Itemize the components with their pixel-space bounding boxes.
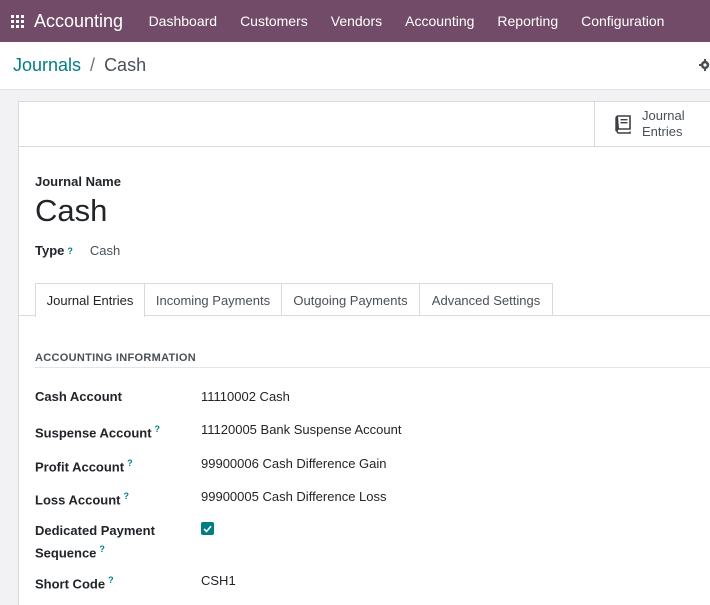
breadcrumb-separator: / <box>90 55 96 75</box>
nav-configuration[interactable]: Configuration <box>570 0 676 42</box>
tab-outgoing-payments[interactable]: Outgoing Payments <box>281 283 420 316</box>
checkmark-icon <box>203 525 212 533</box>
breadcrumb: Journals / Cash <box>13 55 146 76</box>
dedicated-sequence-label: Dedicated Payment Sequence? <box>35 521 201 562</box>
section-title: ACCOUNTING INFORMATION <box>35 352 196 364</box>
gear-icon[interactable] <box>698 58 710 72</box>
button-box: Journal Entries <box>19 102 710 147</box>
dedicated-sequence-label-line2: Sequence <box>35 545 97 561</box>
loss-help-tooltip[interactable]: ? <box>123 491 129 501</box>
smart-button-line2: Entries <box>642 124 683 139</box>
loss-account-field[interactable]: 99900005 Cash Difference Loss <box>201 487 387 509</box>
breadcrumb-current: Cash <box>104 55 147 75</box>
type-label: Type <box>35 243 65 258</box>
form-body: Journal Name Cash Type ? Cash <box>19 174 710 258</box>
nav-reporting[interactable]: Reporting <box>486 0 570 42</box>
profit-account-label-wrap: Profit Account? <box>35 454 201 476</box>
suspense-account-label: Suspense Account <box>35 425 152 441</box>
dedicated-sequence-row: Dedicated Payment Sequence? <box>35 521 214 562</box>
suspense-account-row: Suspense Account? 11120005 Bank Suspense… <box>35 420 401 442</box>
loss-account-label: Loss Account <box>35 492 121 508</box>
short-code-label: Short Code <box>35 576 106 592</box>
type-help-tooltip[interactable]: ? <box>67 246 73 256</box>
profit-help-tooltip[interactable]: ? <box>127 458 133 468</box>
smart-button-label: Journal Entries <box>642 108 692 140</box>
loss-account-label-wrap: Loss Account? <box>35 487 201 509</box>
dedicated-sequence-help-tooltip[interactable]: ? <box>99 544 105 554</box>
journal-entries-smart-button[interactable]: Journal Entries <box>594 102 710 146</box>
form-sheet: Journal Entries Journal Name Cash Type ?… <box>18 101 710 605</box>
section-divider <box>35 367 710 368</box>
short-code-help-tooltip[interactable]: ? <box>108 575 114 585</box>
notebook-tabs: Journal Entries Incoming Payments Outgoi… <box>35 283 553 317</box>
short-code-field[interactable]: CSH1 <box>201 571 236 593</box>
breadcrumb-journals-link[interactable]: Journals <box>13 55 81 76</box>
tab-advanced-settings[interactable]: Advanced Settings <box>419 283 553 316</box>
profit-account-field[interactable]: 99900006 Cash Difference Gain <box>201 454 387 476</box>
journal-name-label: Journal Name <box>35 174 121 189</box>
smart-button-line1: Journal <box>642 108 685 123</box>
short-code-row: Short Code? CSH1 <box>35 571 236 593</box>
type-field-row: Type ? Cash <box>35 243 701 258</box>
suspense-account-field[interactable]: 11120005 Bank Suspense Account <box>201 420 401 442</box>
apps-menu-icon[interactable] <box>0 0 34 42</box>
profit-account-label: Profit Account <box>35 459 125 475</box>
nav-vendors[interactable]: Vendors <box>319 0 393 42</box>
control-panel: Journals / Cash <box>0 42 710 90</box>
tab-journal-entries[interactable]: Journal Entries <box>35 283 145 317</box>
nav-dashboard[interactable]: Dashboard <box>137 0 229 42</box>
book-icon <box>615 115 631 134</box>
suspense-help-tooltip[interactable]: ? <box>155 424 161 434</box>
nav-customers[interactable]: Customers <box>229 0 320 42</box>
nav-accounting[interactable]: Accounting <box>394 0 486 42</box>
app-brand[interactable]: Accounting <box>34 11 123 32</box>
loss-account-row: Loss Account? 99900005 Cash Difference L… <box>35 487 387 509</box>
type-select[interactable]: Cash <box>90 243 120 258</box>
short-code-label-wrap: Short Code? <box>35 571 201 593</box>
top-navbar: Accounting Dashboard Customers Vendors A… <box>0 0 710 42</box>
suspense-account-label-wrap: Suspense Account? <box>35 420 201 442</box>
tab-incoming-payments[interactable]: Incoming Payments <box>144 283 282 316</box>
cash-account-field[interactable]: 11110002 Cash <box>201 387 290 406</box>
cash-account-label: Cash Account <box>35 389 122 404</box>
dedicated-sequence-checkbox[interactable] <box>201 522 214 535</box>
journal-name-input[interactable]: Cash <box>35 193 701 229</box>
cash-account-row: Cash Account 11110002 Cash <box>35 387 290 406</box>
profit-account-row: Profit Account? 99900006 Cash Difference… <box>35 454 387 476</box>
dedicated-sequence-label-line1: Dedicated Payment <box>35 523 155 538</box>
